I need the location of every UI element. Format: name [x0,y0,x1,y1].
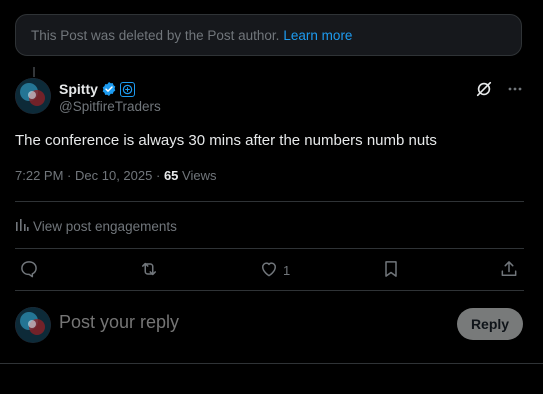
bookmark-action-button[interactable] [381,259,401,281]
post-text: The conference is always 30 mins after t… [15,132,437,149]
meta-separator: · [67,168,72,183]
author-display-name[interactable]: Spitty [59,81,98,97]
deleted-post-notice: This Post was deleted by the Post author… [15,14,522,56]
bookmark-icon [381,259,401,282]
repost-action-button[interactable] [138,259,160,281]
composer-avatar[interactable] [15,307,51,343]
author-handle[interactable]: @SpitfireTraders [59,99,161,114]
divider [0,363,543,364]
divider [15,248,524,249]
more-options-icon[interactable] [507,81,523,102]
affiliate-badge-icon[interactable] [119,81,135,97]
author-avatar[interactable] [15,78,51,114]
reply-icon [19,259,39,282]
reply-action-button[interactable] [19,259,39,281]
like-icon [259,259,279,282]
like-action-button[interactable]: 1 [259,259,290,281]
views-label: Views [182,168,217,183]
meta-separator: · [155,168,161,183]
post-meta: 7:22 PM · Dec 10, 2025 · 65 Views [15,168,217,183]
repost-icon [138,259,160,282]
analytics-icon [15,218,29,235]
divider [15,290,524,291]
verified-badge-icon [101,81,117,97]
share-action-button[interactable] [499,259,519,281]
thread-connector-line [33,67,35,77]
deleted-notice-text: This Post was deleted by the Post author… [31,27,280,43]
share-icon [499,259,519,282]
post-date[interactable]: Dec 10, 2025 [75,168,152,183]
view-engagements-link[interactable]: View post engagements [15,218,177,235]
divider [15,201,524,202]
post-top-actions [475,80,523,103]
post-time[interactable]: 7:22 PM [15,168,63,183]
grok-icon[interactable] [475,80,493,103]
engagements-label: View post engagements [33,219,177,234]
views-count: 65 [163,168,179,183]
author-info: Spitty @SpitfireTraders [59,80,161,114]
reply-button[interactable]: Reply [457,308,523,340]
reply-input[interactable] [59,312,439,333]
like-count: 1 [283,262,291,278]
learn-more-link[interactable]: Learn more [283,28,352,43]
